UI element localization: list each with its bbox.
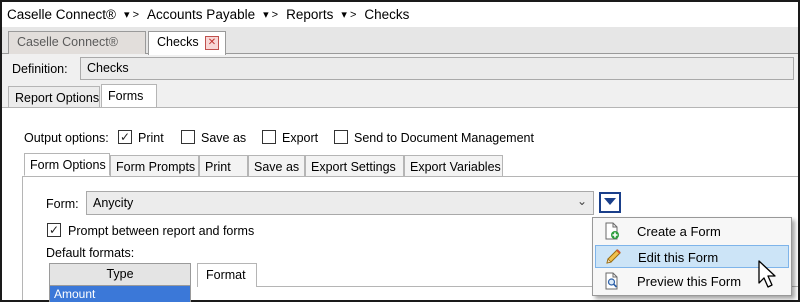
save-as-checkbox[interactable] (181, 130, 195, 144)
tab-form-prompts[interactable]: Form Prompts (110, 155, 199, 177)
tab-format[interactable]: Format (197, 263, 257, 287)
menu-item-label: Preview this Form (637, 274, 742, 289)
prompt-checkbox[interactable]: ✓ (47, 223, 61, 237)
output-options-label: Output options: (24, 131, 109, 145)
document-tab-bar: Caselle Connect® Checks ✕ (2, 27, 798, 55)
pencil-icon (606, 249, 621, 264)
tab-save-as[interactable]: Save as (248, 155, 305, 177)
breadcrumb-separator[interactable]: ▾ > (124, 8, 139, 21)
definition-label: Definition: (12, 62, 68, 76)
form-label: Form: (46, 197, 79, 211)
send-to-dm-label: Send to Document Management (354, 131, 534, 145)
print-checkbox[interactable]: ✓ (118, 130, 132, 144)
export-label: Export (282, 131, 319, 145)
menu-item-label: Edit this Form (638, 250, 719, 265)
tab-report-options[interactable]: Report Options (8, 86, 100, 108)
tab-print[interactable]: Print (199, 155, 248, 177)
breadcrumb-item-checks[interactable]: Checks (364, 7, 409, 22)
tab-export-variables[interactable]: Export Variables (404, 155, 503, 177)
breadcrumb-item-caselle[interactable]: Caselle Connect® (7, 7, 116, 22)
close-icon[interactable]: ✕ (205, 36, 219, 50)
send-to-dm-checkbox[interactable] (334, 130, 348, 144)
menu-item-label: Create a Form (637, 224, 721, 239)
breadcrumb-separator[interactable]: ▾ > (263, 8, 278, 21)
triangle-down-icon (604, 198, 616, 205)
document-search-icon (605, 272, 618, 290)
column-header-type[interactable]: Type (50, 264, 190, 286)
tab-export-settings[interactable]: Export Settings (305, 155, 404, 177)
breadcrumb-item-accounts-payable[interactable]: Accounts Payable (147, 7, 255, 22)
print-label: Print (138, 131, 164, 145)
breadcrumb: Caselle Connect® ▾ > Accounts Payable ▾ … (2, 2, 798, 27)
chevron-down-icon: ⌄ (576, 194, 587, 208)
tab-forms[interactable]: Forms (101, 84, 157, 108)
breadcrumb-item-reports[interactable]: Reports (286, 7, 333, 22)
breadcrumb-separator[interactable]: ▾ > (341, 8, 356, 21)
form-menu-button[interactable] (599, 192, 621, 213)
export-checkbox[interactable] (262, 130, 276, 144)
tab-form-options[interactable]: Form Options (24, 153, 110, 176)
default-formats-label: Default formats: (46, 246, 135, 260)
menu-item-create-form[interactable]: Create a Form (595, 220, 789, 243)
form-select-value: Anycity (93, 196, 134, 210)
form-select[interactable]: Anycity ⌄ (86, 191, 594, 215)
option-tab-bar: Report Options Forms (2, 84, 798, 108)
tab-caselle-connect[interactable]: Caselle Connect® (8, 31, 146, 54)
mouse-cursor-icon (758, 260, 776, 288)
save-as-label: Save as (201, 131, 247, 145)
tab-checks[interactable]: Checks ✕ (148, 31, 226, 55)
document-add-icon (605, 222, 619, 240)
definition-field[interactable]: Checks (80, 57, 794, 80)
formats-grid: Type Amount (49, 263, 191, 302)
prompt-label: Prompt between report and forms (68, 224, 255, 238)
tab-label: Checks (157, 35, 199, 49)
tab-label: Caselle Connect® (17, 35, 118, 49)
table-row[interactable]: Amount (50, 286, 190, 302)
